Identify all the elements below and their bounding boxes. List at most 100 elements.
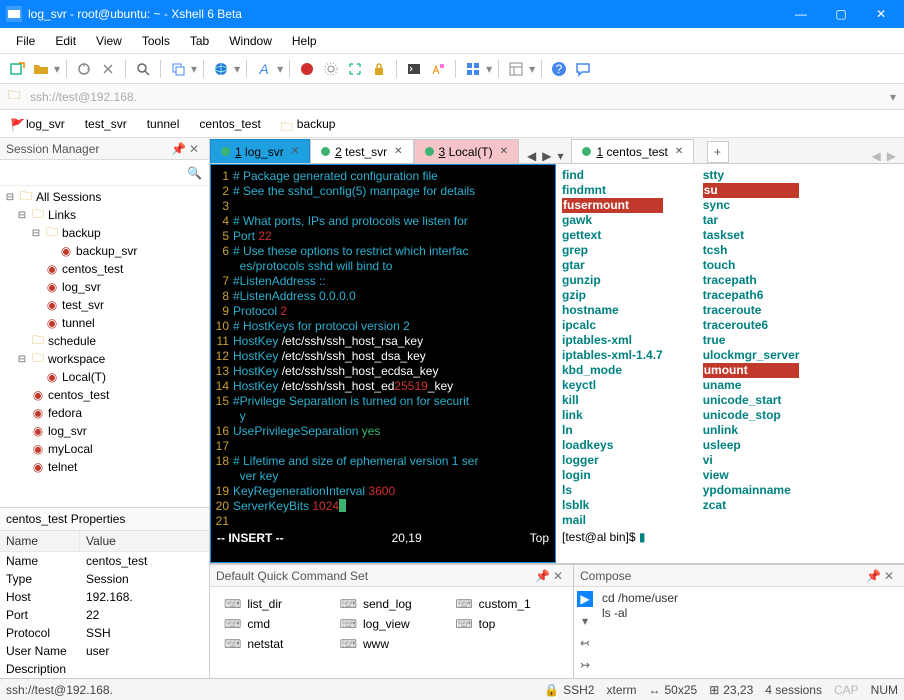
tab[interactable]: 3 Local(T)✕ (414, 139, 519, 163)
fullscreen-icon[interactable] (344, 58, 366, 80)
bookmark-centos-test[interactable]: centos_test (195, 115, 264, 133)
add-tab-button[interactable]: + (707, 141, 729, 163)
menu-edit[interactable]: Edit (45, 30, 86, 52)
close-pane-icon[interactable]: ✕ (553, 569, 567, 583)
quick-command-button[interactable]: ⌨www (338, 635, 446, 653)
menu-tools[interactable]: Tools (132, 30, 180, 52)
address-bar[interactable]: 🗀 ssh://test@192.168. ▾ (0, 84, 904, 110)
tree-node[interactable]: ◉tunnel (0, 314, 209, 332)
tab-close-icon[interactable]: ✕ (675, 146, 683, 157)
tree-node[interactable]: ◉log_svr (0, 278, 209, 296)
tree-node[interactable]: ◉Local(T) (0, 368, 209, 386)
quick-command-button[interactable]: ⌨custom_1 (453, 595, 561, 613)
bookmark-log-svr[interactable]: 🚩log_svr (6, 115, 69, 133)
tree-node[interactable]: ◉myLocal (0, 440, 209, 458)
minimize-button[interactable]: — (794, 7, 808, 21)
tab[interactable]: 1 log_svr✕ (210, 139, 310, 163)
address-icon: 🗀 (8, 86, 24, 107)
tree-node[interactable]: ⊟🗀backup (0, 224, 209, 242)
layout-icon[interactable] (505, 58, 527, 80)
globe-icon[interactable] (210, 58, 232, 80)
tree-node[interactable]: ⊟🗀Links (0, 206, 209, 224)
menu-file[interactable]: File (6, 30, 45, 52)
tab-nav-right[interactable]: ◀▶ (870, 149, 898, 163)
folder-icon: 🗀 (44, 226, 60, 240)
bookmark-test-svr[interactable]: test_svr (81, 115, 131, 133)
expander-icon[interactable]: ⊟ (16, 210, 28, 221)
tree-node[interactable]: ◉centos_test (0, 386, 209, 404)
grid-icon[interactable] (462, 58, 484, 80)
tab-close-icon[interactable]: ✕ (291, 146, 299, 157)
keyboard-icon: ⌨ (340, 617, 357, 631)
menu-view[interactable]: View (86, 30, 132, 52)
session-tree[interactable]: ⊟🗀All Sessions⊟🗀Links⊟🗀backup◉backup_svr… (0, 186, 209, 507)
tree-node[interactable]: ⊟🗀All Sessions (0, 188, 209, 206)
quick-command-button[interactable]: ⌨cmd (222, 615, 330, 633)
close-pane-icon[interactable]: ✕ (884, 569, 898, 583)
grid-icon: ⊞ (709, 683, 719, 697)
compose-down-icon[interactable]: ▾ (577, 613, 593, 629)
pin-icon[interactable]: 📌 (171, 142, 185, 156)
quick-command-button[interactable]: ⌨top (453, 615, 561, 633)
pin-icon[interactable]: 📌 (866, 569, 880, 583)
quick-command-button[interactable]: ⌨log_view (338, 615, 446, 633)
search-icon[interactable] (132, 58, 154, 80)
maximize-button[interactable]: ▢ (834, 7, 848, 21)
compose-text[interactable]: cd /home/user ls -al (596, 587, 904, 678)
tree-node[interactable]: ◉centos_test (0, 260, 209, 278)
property-row: Port22 (0, 606, 209, 624)
lock-icon[interactable] (368, 58, 390, 80)
settings-icon[interactable] (320, 58, 342, 80)
tab-close-icon[interactable]: ✕ (394, 146, 402, 157)
pin-icon[interactable]: 📌 (535, 569, 549, 583)
terminal-left[interactable]: 1# Package generated configuration file2… (210, 164, 556, 563)
menu-help[interactable]: Help (282, 30, 327, 52)
terminal-icon[interactable] (403, 58, 425, 80)
tabs-row: 1 log_svr✕2 test_svr✕3 Local(T)✕ ◀▶▾ 1 c… (210, 138, 904, 164)
tree-node[interactable]: ◉fedora (0, 404, 209, 422)
copy-icon[interactable] (167, 58, 189, 80)
disconnect-icon[interactable] (97, 58, 119, 80)
tab-nav[interactable]: ◀▶▾ (525, 149, 566, 163)
compose-left-icon[interactable]: ↢ (577, 635, 593, 651)
expander-icon[interactable]: ⊟ (4, 192, 16, 203)
session-manager-header: Session Manager 📌 ✕ (0, 138, 209, 160)
quick-command-button[interactable]: ⌨send_log (338, 595, 446, 613)
font-icon[interactable]: A (253, 58, 275, 80)
chat-icon[interactable] (572, 58, 594, 80)
new-session-icon[interactable] (6, 58, 28, 80)
tab[interactable]: 2 test_svr✕ (310, 139, 413, 163)
tree-node[interactable]: ◉telnet (0, 458, 209, 476)
close-pane-icon[interactable]: ✕ (189, 142, 203, 156)
tree-node[interactable]: ◉log_svr (0, 422, 209, 440)
expander-icon[interactable]: ⊟ (30, 228, 42, 239)
tree-node[interactable]: ◉backup_svr (0, 242, 209, 260)
highlight-icon[interactable] (427, 58, 449, 80)
session-search[interactable]: 🔍 (0, 160, 209, 186)
quick-command-button[interactable]: ⌨list_dir (222, 595, 330, 613)
tree-node[interactable]: ⊟🗀workspace (0, 350, 209, 368)
bookmark-tunnel[interactable]: tunnel (143, 115, 184, 133)
open-folder-icon[interactable] (30, 58, 52, 80)
property-row: Host192.168. (0, 588, 209, 606)
bookmark-bar: 🚩log_svr test_svr tunnel centos_test 🗀ba… (0, 110, 904, 138)
menu-tab[interactable]: Tab (180, 30, 219, 52)
help-icon[interactable]: ? (548, 58, 570, 80)
reconnect-icon[interactable] (73, 58, 95, 80)
code-line: 7#ListenAddress :: (211, 274, 555, 289)
compose-right-icon[interactable]: ↣ (577, 657, 593, 673)
menu-window[interactable]: Window (219, 30, 282, 52)
terminal-right[interactable]: findfindmntfusermountgawkgettextgrepgtar… (556, 164, 904, 563)
quick-command-button[interactable]: ⌨netstat (222, 635, 330, 653)
compose-send-button[interactable]: ▶ (577, 591, 593, 607)
tab-close-icon[interactable]: ✕ (500, 146, 508, 157)
address-dropdown-icon[interactable]: ▾ (890, 90, 896, 104)
bookmark-backup[interactable]: 🗀backup (277, 115, 340, 133)
session-icon: ◉ (30, 406, 46, 420)
tree-node[interactable]: 🗀schedule (0, 332, 209, 350)
expander-icon[interactable]: ⊟ (16, 354, 28, 365)
close-button[interactable]: ✕ (874, 7, 888, 21)
tab[interactable]: 1 centos_test✕ (571, 139, 694, 163)
tree-node[interactable]: ◉test_svr (0, 296, 209, 314)
red-swirl-icon[interactable] (296, 58, 318, 80)
